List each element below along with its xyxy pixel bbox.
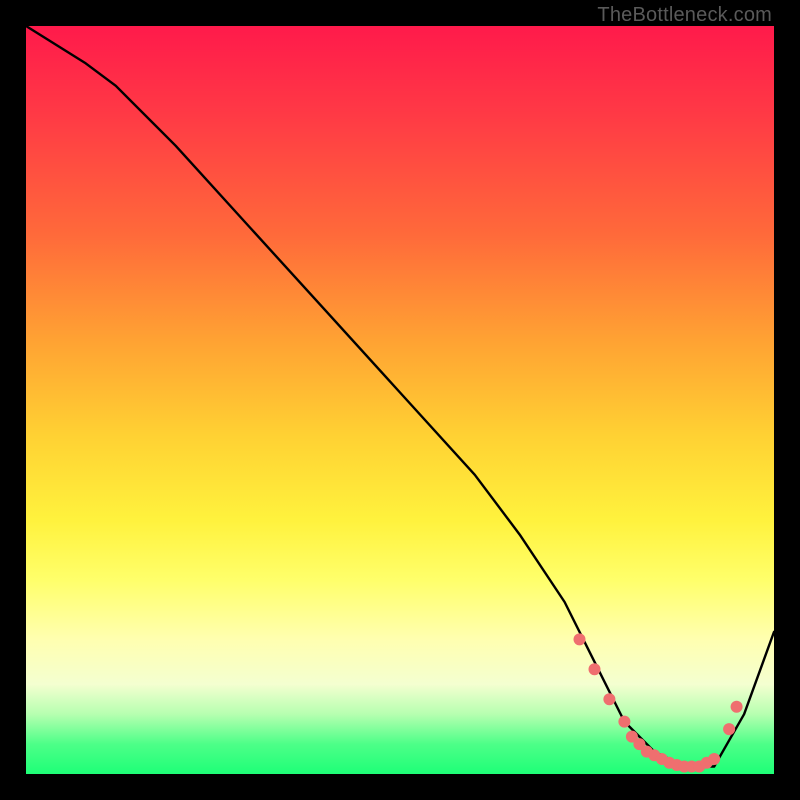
highlight-points (574, 633, 743, 772)
highlight-point (603, 693, 615, 705)
curve-svg (26, 26, 774, 774)
highlight-point (574, 633, 586, 645)
plot-area (26, 26, 774, 774)
highlight-point (589, 663, 601, 675)
chart-stage: TheBottleneck.com (0, 0, 800, 800)
credit-label: TheBottleneck.com (597, 4, 772, 27)
highlight-point (708, 753, 720, 765)
highlight-point (723, 723, 735, 735)
highlight-point (618, 716, 630, 728)
highlight-point (731, 701, 743, 713)
bottleneck-curve (26, 26, 774, 767)
